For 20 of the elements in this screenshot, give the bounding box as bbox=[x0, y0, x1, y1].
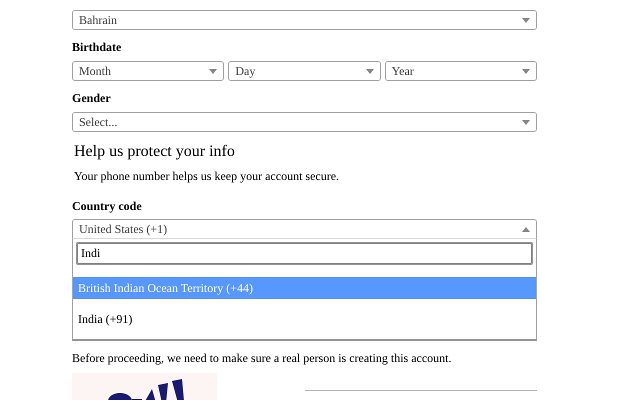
caret-icon bbox=[522, 18, 530, 22]
date-select[interactable]: Month bbox=[72, 61, 224, 81]
caret-icon bbox=[366, 68, 374, 74]
dropdown-option[interactable]: India (+91) bbox=[73, 308, 536, 330]
country-code-label: Country code bbox=[72, 199, 143, 213]
birthdate-label: Birthdate bbox=[72, 40, 122, 54]
date-select[interactable]: Day bbox=[228, 61, 381, 81]
caret-icon bbox=[522, 120, 530, 124]
country-select[interactable]: Bahrain bbox=[72, 10, 537, 30]
info-text: Your phone number helps us keep your account secure. bbox=[74, 169, 340, 183]
gender-select[interactable]: Select... bbox=[72, 112, 537, 132]
search-field[interactable]: Indi bbox=[76, 242, 533, 265]
verification-text: Before proceeding, we need to make sure a real person is creating this account. bbox=[72, 351, 453, 365]
gender-label: Gender bbox=[72, 91, 112, 105]
date-select[interactable]: Year bbox=[384, 61, 537, 81]
section-heading: Help us protect your info bbox=[74, 142, 236, 162]
caret-icon bbox=[209, 68, 218, 74]
caret-icon bbox=[522, 226, 530, 232]
country-code-select[interactable]: United States (+1) bbox=[72, 219, 537, 239]
caret-icon bbox=[522, 68, 530, 74]
